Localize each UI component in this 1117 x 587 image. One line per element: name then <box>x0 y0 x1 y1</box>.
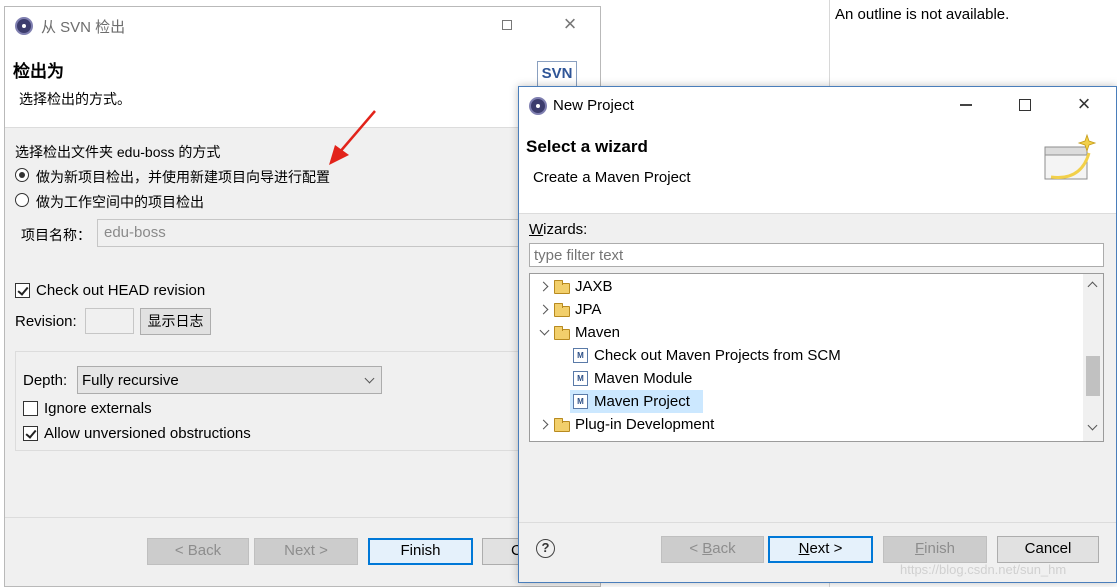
wizard-description: Create a Maven Project <box>533 169 691 186</box>
folder-icon <box>554 280 570 294</box>
button-bar-divider <box>519 522 1116 523</box>
scroll-up-icon[interactable] <box>1087 281 1098 292</box>
tree-node-label: JPA <box>575 301 602 318</box>
checkout-head-label: Check out HEAD revision <box>36 282 206 299</box>
svn-dialog-title: 从 SVN 检出 <box>41 19 126 36</box>
chevron-right-icon[interactable] <box>538 304 549 315</box>
tree-node-label: Maven Project <box>594 393 690 410</box>
allow-unversioned-label: Allow unversioned obstructions <box>44 425 251 442</box>
depth-select[interactable]: Fully recursive <box>77 366 382 394</box>
tree-node-maven-module[interactable]: M Maven Module <box>530 367 1082 390</box>
chevron-down-icon[interactable] <box>539 325 550 336</box>
new-project-title: New Project <box>553 97 634 114</box>
ignore-externals-checkbox[interactable] <box>23 401 38 416</box>
folder-icon <box>554 303 570 317</box>
option-new-project-label: 做为新项目检出，并使用新建项目向导进行配置 <box>36 169 330 185</box>
project-name-label: 项目名称： <box>21 227 91 243</box>
checkout-method-label: 选择检出文件夹 edu-boss 的方式 <box>15 144 221 160</box>
tree-scrollbar[interactable] <box>1083 274 1103 441</box>
chevron-down-icon <box>364 373 375 384</box>
button-bar-divider <box>5 517 600 518</box>
project-name-input[interactable]: edu-boss <box>97 219 527 247</box>
scroll-thumb[interactable] <box>1086 356 1100 396</box>
ignore-externals-label: Ignore externals <box>44 400 152 417</box>
svn-back-button[interactable]: < Back <box>147 538 249 565</box>
option-workspace[interactable]: 做为工作空间中的项目检出 <box>15 191 495 211</box>
folder-icon <box>554 418 570 432</box>
tree-node-jaxb[interactable]: JAXB <box>530 275 1082 298</box>
wizards-label: Wizards: <box>529 221 588 238</box>
cancel-button[interactable]: Cancel <box>997 536 1099 563</box>
new-project-dialog: New Project × Select a wizard Create a M… <box>518 86 1117 583</box>
revision-label: Revision: <box>15 313 77 330</box>
ignore-externals-toggle[interactable]: Ignore externals <box>23 400 323 420</box>
revision-input[interactable] <box>85 308 134 334</box>
eclipse-icon <box>15 17 33 35</box>
radio-workspace[interactable] <box>15 193 29 207</box>
filter-input[interactable] <box>529 243 1104 267</box>
close-button[interactable]: × <box>555 11 585 36</box>
tree-node-maven[interactable]: Maven <box>530 321 1082 344</box>
svn-finish-button[interactable]: Finish <box>368 538 473 565</box>
tree-node-label: Maven Module <box>594 370 693 387</box>
chevron-right-icon[interactable] <box>538 419 549 430</box>
help-icon[interactable]: ? <box>536 539 555 558</box>
tree-node-label: Check out Maven Projects from SCM <box>594 347 841 364</box>
tree-node-jpa[interactable]: JPA <box>530 298 1082 321</box>
outline-message: An outline is not available. <box>835 6 1010 23</box>
maven-project-icon: M <box>573 394 588 409</box>
red-arrow-annotation <box>329 110 376 165</box>
new-project-title-bar[interactable]: New Project × <box>519 87 1116 123</box>
checkout-head-checkbox[interactable] <box>15 283 30 298</box>
watermark: https://blog.csdn.net/sun_hm <box>900 562 1067 577</box>
wizard-heading: Select a wizard <box>526 137 648 156</box>
svn-next-button[interactable]: Next > <box>254 538 358 565</box>
depth-select-value: Fully recursive <box>82 372 179 389</box>
tree-node-label: JAXB <box>575 278 613 295</box>
maximize-icon[interactable] <box>1019 99 1031 111</box>
tree-node-plugin-development[interactable]: Plug-in Development <box>530 413 1082 436</box>
svn-heading: 检出为 <box>13 62 64 81</box>
svn-cancel-button[interactable]: C <box>482 538 522 565</box>
svn-logo-icon: SVN <box>537 61 577 87</box>
checkout-maven-icon: M <box>573 348 588 363</box>
minimize-icon[interactable] <box>960 104 972 106</box>
close-button[interactable]: × <box>1069 91 1099 116</box>
folder-open-icon <box>554 326 570 340</box>
checkout-head-toggle[interactable]: Check out HEAD revision <box>15 282 315 302</box>
wizard-tree[interactable]: JAXB JPA Maven M Check out Maven Project… <box>529 273 1104 442</box>
option-new-project[interactable]: 做为新项目检出，并使用新建项目向导进行配置 <box>15 166 495 186</box>
maven-module-icon: M <box>573 371 588 386</box>
svn-description: 选择检出的方式。 <box>19 91 131 107</box>
back-button[interactable]: < Back <box>661 536 764 563</box>
option-workspace-label: 做为工作空间中的项目检出 <box>36 194 204 210</box>
tree-node-label: Maven <box>575 324 621 341</box>
next-button[interactable]: Next > <box>768 536 873 563</box>
close-icon: × <box>1077 91 1091 116</box>
tree-node-checkout-maven[interactable]: M Check out Maven Projects from SCM <box>530 344 1082 367</box>
finish-button[interactable]: Finish <box>883 536 987 563</box>
show-log-button[interactable]: 显示日志 <box>140 308 211 335</box>
allow-unversioned-checkbox[interactable] <box>23 426 38 441</box>
radio-new-project[interactable] <box>15 168 29 182</box>
scroll-down-icon[interactable] <box>1087 420 1098 431</box>
svn-title-bar[interactable]: 从 SVN 检出 × <box>5 7 600 43</box>
svn-checkout-dialog: 从 SVN 检出 × 检出为 选择检出的方式。 SVN 选择检出文件夹 edu-… <box>4 6 601 587</box>
new-wizard-icon <box>1044 133 1097 180</box>
eclipse-icon <box>529 97 547 115</box>
chevron-right-icon[interactable] <box>538 281 549 292</box>
allow-unversioned-toggle[interactable]: Allow unversioned obstructions <box>23 425 323 445</box>
depth-label: Depth: <box>23 372 68 389</box>
maximize-icon <box>502 20 512 30</box>
close-icon: × <box>563 11 577 36</box>
new-project-header: Select a wizard Create a Maven Project <box>519 123 1116 214</box>
svn-header: 检出为 选择检出的方式。 SVN <box>5 43 600 128</box>
tree-node-label: Plug-in Development <box>575 416 715 433</box>
tree-node-maven-project[interactable]: M Maven Project <box>570 390 703 413</box>
